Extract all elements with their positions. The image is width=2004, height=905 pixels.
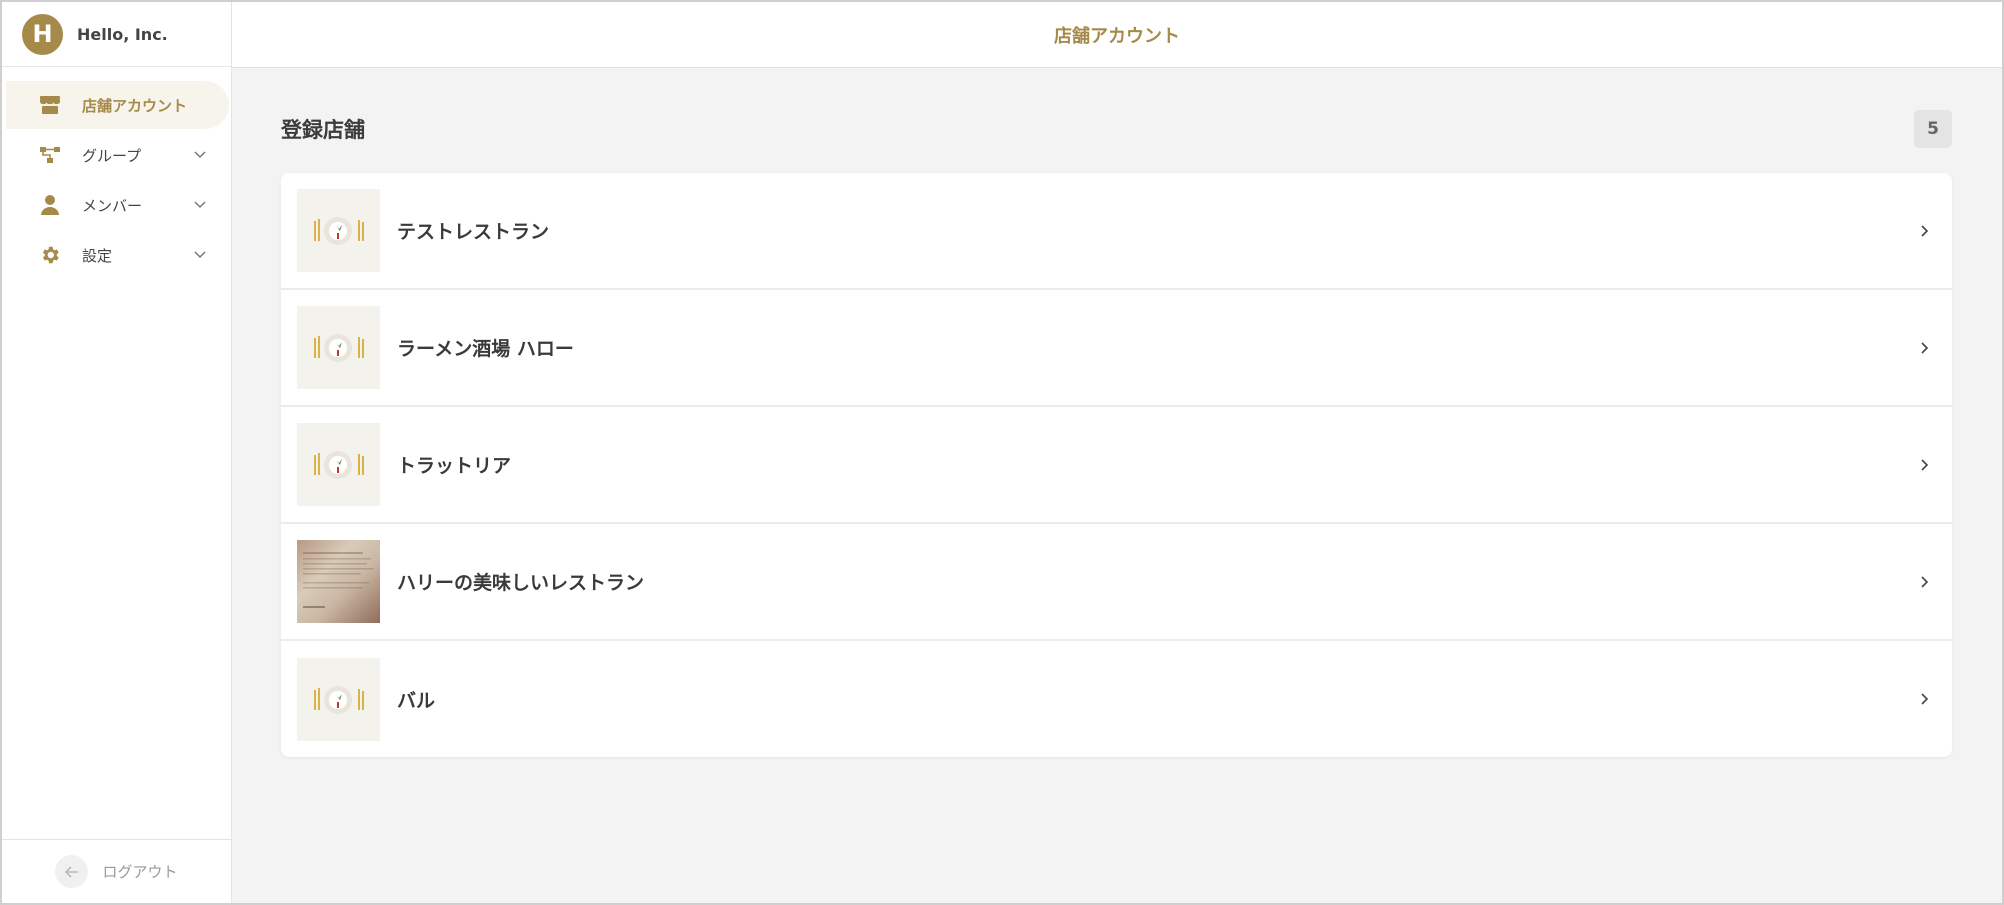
chevron-right-icon [1916, 574, 1932, 590]
store-row[interactable]: トラットリア [281, 407, 1952, 524]
store-name: ハリーの美味しいレストラン [397, 572, 645, 594]
chevron-down-icon[interactable] [193, 148, 207, 162]
page-title: 店舗アカウント [1054, 25, 1180, 47]
section-title: 登録店舗 [281, 118, 365, 142]
sidebar-nav: 店舗アカウント グループ メンバー 設定 [2, 67, 231, 279]
store-name: トラットリア [397, 455, 512, 477]
chevron-right-icon [1916, 457, 1932, 473]
store-thumbnail [297, 423, 380, 506]
store-thumbnail [297, 657, 380, 741]
section-header: 登録店舗 5 [281, 110, 1952, 148]
company-name: Hello, Inc. [77, 24, 168, 44]
store-thumbnail [297, 189, 380, 272]
arrow-left-icon [55, 855, 89, 888]
store-row[interactable]: ラーメン酒場 ハロー [281, 290, 1952, 407]
main-content: 店舗アカウント 登録店舗 5 テストレストラン ラーメン酒場 ハロー トラットリ… [232, 2, 2002, 903]
store-icon [38, 93, 62, 117]
gear-icon [38, 243, 62, 267]
top-bar: 店舗アカウント [232, 2, 2002, 68]
count-badge: 5 [1914, 110, 1952, 148]
sidebar-item-member[interactable]: メンバー [6, 181, 229, 229]
store-list: テストレストラン ラーメン酒場 ハロー トラットリア ハリーの美味しいレストラン… [281, 173, 1952, 757]
app-window: H Hello, Inc. 店舗アカウント グループ メンバー 設定 ログアウト… [0, 0, 2004, 905]
sidebar-item-label: グループ [82, 146, 142, 165]
logout-label: ログアウト [102, 863, 178, 881]
logout-area: ログアウト [2, 839, 231, 903]
store-name: テストレストラン [397, 221, 550, 243]
logout-button[interactable]: ログアウト [55, 855, 178, 888]
store-thumbnail [297, 306, 380, 389]
store-row[interactable]: テストレストラン [281, 173, 1952, 290]
chevron-down-icon[interactable] [193, 198, 207, 212]
sidebar-item-label: メンバー [82, 196, 143, 215]
sidebar: H Hello, Inc. 店舗アカウント グループ メンバー 設定 ログアウト [2, 2, 232, 903]
hierarchy-icon [38, 143, 62, 167]
brand-header: H Hello, Inc. [2, 2, 231, 67]
chevron-right-icon [1916, 340, 1932, 356]
sidebar-item-label: 設定 [82, 246, 113, 265]
chevron-down-icon[interactable] [193, 248, 207, 262]
store-row[interactable]: バル [281, 641, 1952, 757]
content-area: 登録店舗 5 テストレストラン ラーメン酒場 ハロー トラットリア ハリーの美味… [232, 68, 2002, 757]
avatar: H [22, 13, 63, 55]
sidebar-item-store-account[interactable]: 店舗アカウント [6, 81, 229, 129]
store-photo [297, 540, 380, 623]
store-name: ラーメン酒場 ハロー [397, 338, 574, 360]
sidebar-item-label: 店舗アカウント [82, 96, 188, 115]
chevron-right-icon [1916, 691, 1932, 707]
store-name: バル [397, 689, 436, 712]
person-icon [38, 193, 62, 217]
sidebar-item-group[interactable]: グループ [6, 131, 229, 179]
sidebar-item-settings[interactable]: 設定 [6, 231, 229, 279]
chevron-right-icon [1916, 223, 1932, 239]
store-row[interactable]: ハリーの美味しいレストラン [281, 524, 1952, 641]
